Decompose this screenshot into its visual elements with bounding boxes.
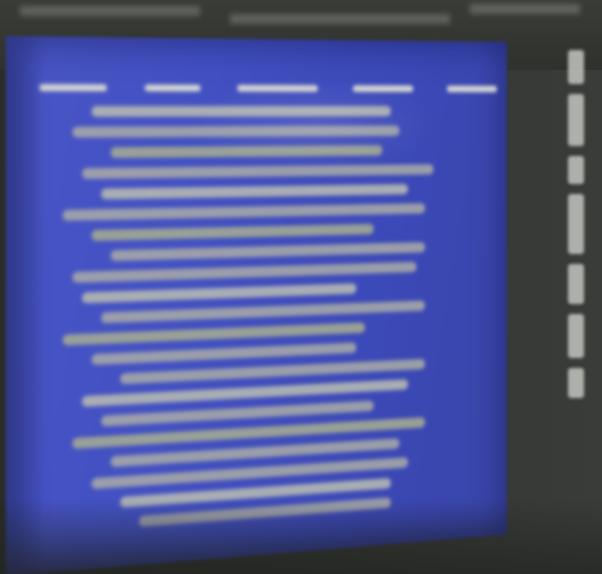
- blurred-text-line: [72, 262, 416, 283]
- side-text-block: [568, 194, 584, 254]
- monitor-screen: [6, 36, 507, 574]
- blurred-text-line: [82, 164, 433, 179]
- side-vertical-text: [556, 50, 596, 430]
- header-dash: [145, 85, 201, 92]
- header-dash: [353, 85, 413, 92]
- blurred-text-line: [92, 106, 391, 117]
- blurred-text-line: [63, 322, 365, 345]
- blurred-text-line: [92, 342, 357, 365]
- blurred-text-line: [101, 184, 408, 199]
- blurred-text-line: [111, 145, 383, 158]
- photo-scene: [0, 0, 602, 574]
- blurred-text-line: [72, 125, 399, 137]
- top-smear: [230, 14, 450, 24]
- blurred-text-line: [101, 300, 425, 323]
- bottom-shadow: [0, 500, 602, 574]
- screen-bezel-edge: [6, 36, 45, 574]
- side-text-block: [568, 368, 584, 398]
- side-text-block: [568, 94, 584, 146]
- header-dash: [237, 85, 318, 92]
- top-smear: [470, 4, 580, 14]
- side-text-block: [568, 156, 584, 184]
- header-dash: [39, 84, 107, 91]
- blurred-text-lines: [53, 106, 484, 543]
- blurred-text-line: [111, 242, 425, 261]
- blurred-text-line: [63, 203, 425, 221]
- header-dash: [447, 86, 497, 93]
- blurred-text-line: [92, 224, 374, 241]
- top-smear: [20, 6, 200, 16]
- side-text-block: [568, 50, 584, 84]
- blurred-text-line: [82, 283, 356, 303]
- side-text-block: [568, 264, 584, 304]
- header-dash-row: [39, 84, 497, 95]
- side-text-block: [568, 314, 584, 358]
